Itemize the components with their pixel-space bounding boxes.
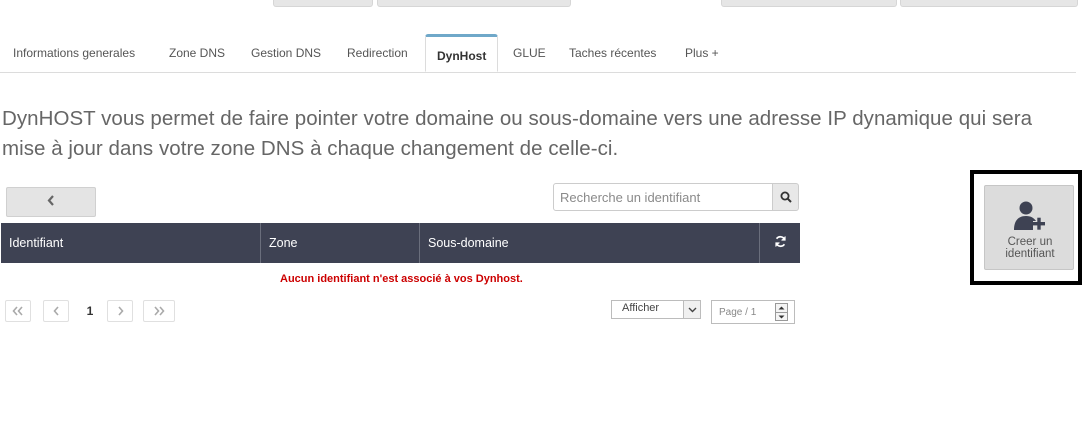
- back-button[interactable]: [6, 187, 96, 217]
- search-button[interactable]: [772, 183, 799, 211]
- search-input[interactable]: [553, 183, 773, 211]
- page-number-placeholder: Page / 1: [719, 307, 757, 318]
- page-spinner[interactable]: [775, 303, 788, 321]
- page-size-label: Afficher: [622, 302, 660, 314]
- spinner-up-icon[interactable]: [776, 304, 787, 312]
- create-identifier-label: Creer un identifiant: [1005, 236, 1055, 260]
- column-header-sous-domaine[interactable]: Sous-domaine: [420, 223, 760, 263]
- double-chevron-right-icon: [153, 302, 165, 320]
- empty-table-message: Aucun identifiant n'est associé à vos Dy…: [280, 273, 523, 285]
- tab-glue[interactable]: GLUE: [513, 34, 546, 72]
- create-identifier-button[interactable]: Creer un identifiant: [984, 185, 1074, 270]
- intro-description: DynHOST vous permet de faire pointer vot…: [2, 107, 1033, 160]
- tab-redirection[interactable]: Redirection: [347, 34, 408, 72]
- top-toolbar-button-4[interactable]: [900, 0, 1078, 7]
- current-page-number: 1: [86, 304, 94, 318]
- first-page-button[interactable]: [5, 300, 31, 322]
- table-header: Identifiant Zone Sous-domaine: [1, 223, 800, 263]
- double-chevron-left-icon: [12, 302, 24, 320]
- search-group: [553, 183, 799, 211]
- tab-gestion-dns[interactable]: Gestion DNS: [251, 34, 321, 72]
- column-header-identifiant[interactable]: Identifiant: [1, 223, 261, 263]
- chevron-left-icon: [52, 302, 60, 320]
- tab-dynhost[interactable]: DynHost: [425, 34, 499, 72]
- page-size-select[interactable]: Afficher: [611, 300, 701, 319]
- search-icon: [780, 188, 792, 207]
- next-page-button[interactable]: [107, 300, 133, 322]
- top-toolbar-button-2[interactable]: [377, 0, 571, 7]
- column-header-zone[interactable]: Zone: [261, 223, 420, 263]
- tab-plus[interactable]: Plus +: [685, 34, 719, 72]
- tab-bar: Informations generales Zone DNS Gestion …: [0, 34, 1076, 73]
- tab-taches-recentes[interactable]: Taches récentes: [569, 34, 656, 72]
- chevron-down-icon: [683, 301, 700, 318]
- refresh-icon: [774, 235, 787, 251]
- user-plus-icon: [1013, 200, 1047, 236]
- tab-informations-generales[interactable]: Informations generales: [13, 34, 135, 72]
- spinner-down-icon[interactable]: [776, 312, 787, 321]
- refresh-button[interactable]: [760, 223, 800, 263]
- previous-page-button[interactable]: [43, 300, 69, 322]
- page-number-field[interactable]: Page / 1: [711, 300, 795, 324]
- chevron-left-icon: [47, 194, 55, 210]
- top-toolbar-button-3[interactable]: [721, 0, 897, 7]
- tab-zone-dns[interactable]: Zone DNS: [169, 34, 225, 72]
- top-toolbar-button-1[interactable]: [273, 0, 373, 7]
- last-page-button[interactable]: [143, 300, 175, 322]
- chevron-right-icon: [117, 302, 124, 320]
